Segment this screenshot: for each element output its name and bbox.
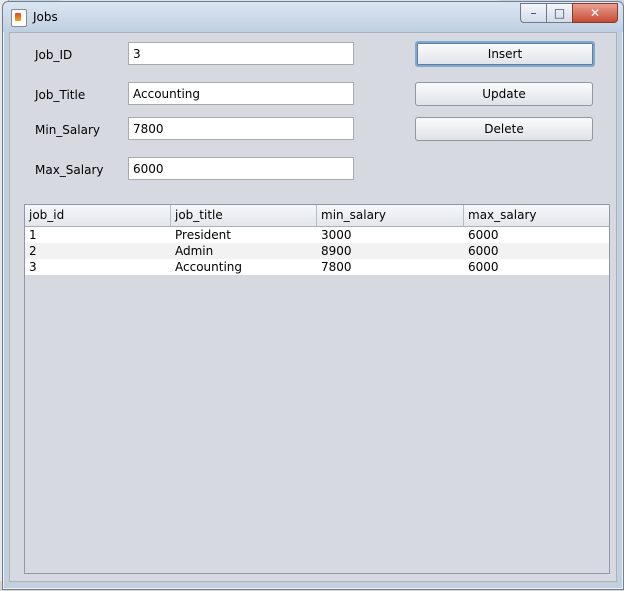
job-title-label: Job_Title: [35, 88, 86, 102]
min-salary-field[interactable]: [128, 117, 354, 140]
job-id-label: Job_ID: [35, 48, 73, 62]
cell-job-title: President: [175, 228, 231, 242]
cell-job-title: Accounting: [175, 260, 243, 274]
min-salary-label: Min_Salary: [35, 123, 100, 137]
content-panel: Job_ID Job_Title Min_Salary Max_Salary I…: [9, 32, 617, 582]
column-header-job-id[interactable]: job_id: [25, 205, 171, 226]
table-row[interactable]: 2 Admin 8900 6000: [25, 243, 609, 259]
window-title: Jobs: [33, 10, 58, 24]
table-row[interactable]: 3 Accounting 7800 6000: [25, 259, 609, 275]
delete-button[interactable]: Delete: [415, 117, 593, 141]
cell-max-salary: 6000: [468, 244, 499, 258]
cell-job-id: 2: [29, 244, 37, 258]
cell-min-salary: 3000: [321, 228, 352, 242]
table-row[interactable]: 1 President 3000 6000: [25, 227, 609, 243]
table-header: job_id job_title min_salary max_salary: [25, 205, 609, 227]
max-salary-label: Max_Salary: [35, 163, 104, 177]
window-controls: – □ ✕: [520, 3, 618, 23]
cell-job-title: Admin: [175, 244, 214, 258]
jobs-table[interactable]: job_id job_title min_salary max_salary 1…: [24, 204, 610, 574]
jobs-window: Jobs – □ ✕ Job_ID Job_Title Min_Salary M…: [2, 1, 624, 590]
cell-job-id: 1: [29, 228, 37, 242]
job-id-field[interactable]: [128, 42, 354, 65]
job-title-field[interactable]: [128, 82, 354, 105]
java-app-icon[interactable]: [11, 9, 27, 27]
maximize-icon: □: [553, 6, 566, 20]
max-salary-field[interactable]: [128, 157, 354, 180]
column-header-job-title[interactable]: job_title: [171, 205, 317, 226]
cell-max-salary: 6000: [468, 228, 499, 242]
column-header-min-salary[interactable]: min_salary: [317, 205, 464, 226]
cell-job-id: 3: [29, 260, 37, 274]
minimize-button[interactable]: –: [520, 3, 546, 23]
title-bar[interactable]: Jobs – □ ✕: [3, 2, 623, 32]
minimize-icon: –: [530, 6, 537, 20]
cell-min-salary: 7800: [321, 260, 352, 274]
cell-min-salary: 8900: [321, 244, 352, 258]
column-header-max-salary[interactable]: max_salary: [464, 205, 609, 226]
cell-max-salary: 6000: [468, 260, 499, 274]
insert-button[interactable]: Insert: [415, 41, 595, 67]
close-button[interactable]: ✕: [572, 3, 618, 23]
maximize-button[interactable]: □: [546, 3, 572, 23]
close-icon: ✕: [589, 6, 601, 20]
update-button[interactable]: Update: [415, 82, 593, 106]
